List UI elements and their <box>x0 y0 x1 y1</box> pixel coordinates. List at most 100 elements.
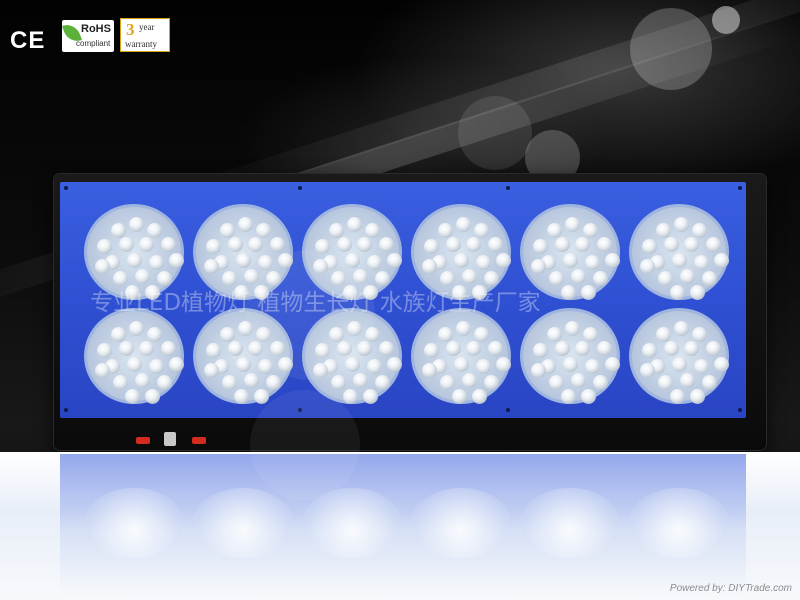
led-lens <box>169 253 184 268</box>
led-lens <box>438 327 453 342</box>
led-lens <box>466 237 481 252</box>
led-lens <box>111 223 126 238</box>
bokeh-light <box>712 6 740 34</box>
led-lens <box>127 357 142 372</box>
led-lens <box>585 255 600 270</box>
led-lens <box>672 253 687 268</box>
led-lens <box>476 255 491 270</box>
led-lens <box>452 389 467 404</box>
led-lens <box>714 357 729 372</box>
led-lens <box>454 357 469 372</box>
led-lens <box>129 321 144 336</box>
led-lens <box>387 253 402 268</box>
reflected-led-module <box>84 488 184 558</box>
led-lens <box>438 223 453 238</box>
led-lens <box>547 327 562 342</box>
led-lens <box>204 363 219 378</box>
led-lens <box>702 375 717 390</box>
led-lens <box>220 327 235 342</box>
panel-screw <box>738 186 742 190</box>
led-lens <box>658 375 673 390</box>
led-lens <box>547 223 562 238</box>
led-lens <box>664 341 679 356</box>
led-lens <box>139 237 154 252</box>
led-lens <box>658 271 673 286</box>
power-switch <box>192 437 206 444</box>
led-lens <box>488 237 503 252</box>
led-lens <box>476 359 491 374</box>
led-lens <box>206 239 221 254</box>
led-lens <box>605 253 620 268</box>
led-lens <box>496 357 511 372</box>
led-lens <box>656 223 671 238</box>
led-lens <box>605 357 620 372</box>
panel-reflection <box>60 454 746 594</box>
led-lens <box>244 373 259 388</box>
bokeh-light <box>630 8 712 90</box>
led-lens <box>228 341 243 356</box>
reflected-led-module <box>629 488 729 558</box>
led-lens <box>149 255 164 270</box>
credit-text: Powered by: DIYTrade.com <box>669 583 792 594</box>
led-lens <box>367 359 382 374</box>
led-lens <box>363 389 378 404</box>
led-lens <box>145 389 160 404</box>
led-lens <box>555 341 570 356</box>
led-lens <box>597 237 612 252</box>
power-switch <box>136 437 150 444</box>
led-lens <box>462 373 477 388</box>
led-lens <box>113 375 128 390</box>
led-lens <box>642 239 657 254</box>
reflected-led-module <box>520 488 620 558</box>
led-module <box>84 308 184 404</box>
led-lens <box>236 253 251 268</box>
led-lens <box>331 375 346 390</box>
led-lens <box>533 239 548 254</box>
led-lens <box>571 269 586 284</box>
warranty-label: warranty <box>125 39 157 49</box>
led-lens <box>329 223 344 238</box>
led-lens <box>563 253 578 268</box>
product-photo: CE RoHS compliant 3 year warranty 专业LED植… <box>0 0 800 600</box>
led-lens <box>422 363 437 378</box>
power-connector <box>164 432 176 446</box>
led-lens <box>462 269 477 284</box>
led-lens <box>561 389 576 404</box>
panel-screw <box>64 408 68 412</box>
led-lens <box>254 389 269 404</box>
panel-screw <box>64 186 68 190</box>
led-lens <box>343 389 358 404</box>
led-lens <box>125 389 140 404</box>
led-lens <box>446 237 461 252</box>
led-lens <box>583 223 598 238</box>
led-lens <box>95 363 110 378</box>
led-lens <box>575 237 590 252</box>
led-lens <box>563 357 578 372</box>
led-lens <box>456 321 471 336</box>
led-lens <box>97 343 112 358</box>
led-lens <box>139 341 154 356</box>
led-lens <box>135 269 150 284</box>
led-lens <box>387 357 402 372</box>
led-lens <box>206 343 221 358</box>
led-lens <box>424 239 439 254</box>
led-lens <box>690 389 705 404</box>
led-lens <box>680 269 695 284</box>
warranty-badge: 3 year warranty <box>120 18 170 52</box>
led-lens <box>147 327 162 342</box>
panel-screw <box>506 186 510 190</box>
led-lens <box>496 253 511 268</box>
led-lens <box>238 217 253 232</box>
led-lens <box>714 253 729 268</box>
led-module <box>411 308 511 404</box>
bokeh-light <box>250 390 360 500</box>
ce-label: CE <box>10 27 46 54</box>
led-lens <box>581 285 596 300</box>
led-lens <box>531 363 546 378</box>
led-lens <box>488 341 503 356</box>
led-lens <box>365 223 380 238</box>
led-lens <box>694 359 709 374</box>
led-lens <box>119 237 134 252</box>
led-lens <box>692 223 707 238</box>
reflected-led-module <box>193 488 293 558</box>
